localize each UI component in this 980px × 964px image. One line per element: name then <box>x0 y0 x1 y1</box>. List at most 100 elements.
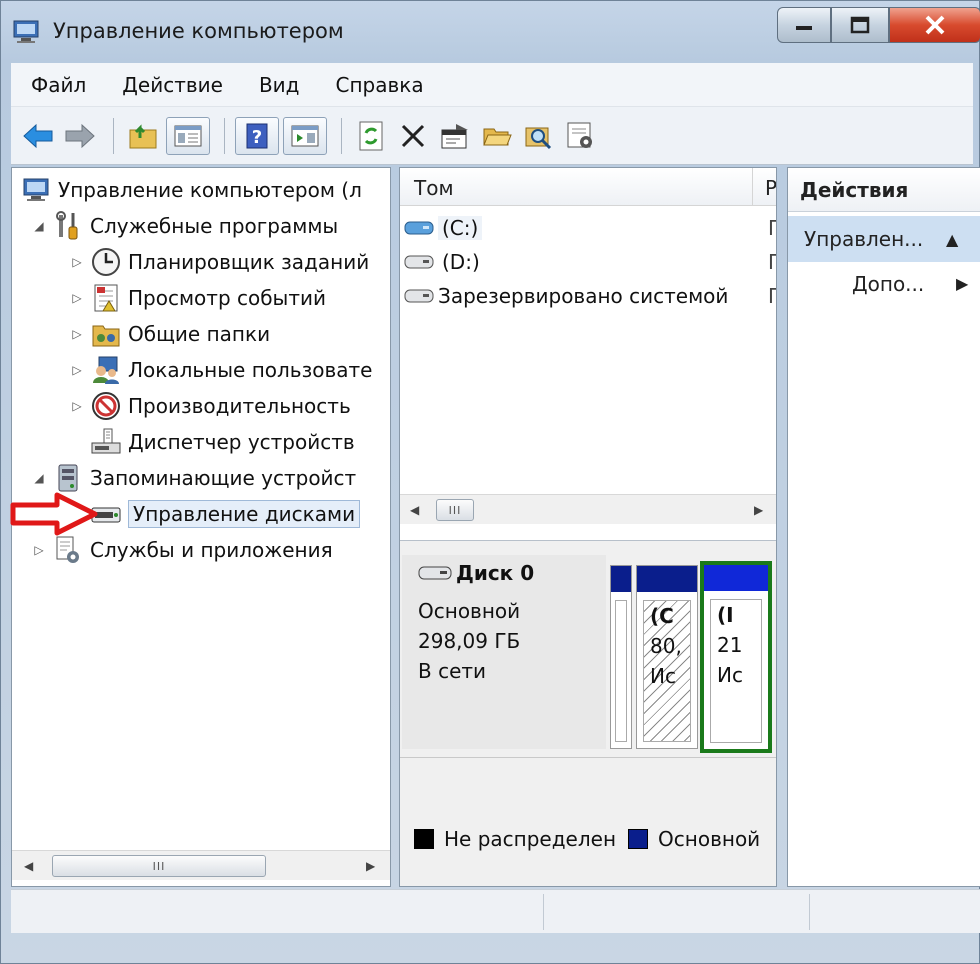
tree-item-system-tools[interactable]: ◢ Служебные программы <box>30 208 338 244</box>
scroll-right-arrow-icon[interactable]: ▶ <box>754 503 763 517</box>
computer-management-window: Управление компьютером Файл Действие Вид… <box>0 0 980 964</box>
partition-c[interactable]: (С 80, Ис <box>636 565 698 749</box>
help-button[interactable]: ? <box>235 116 279 155</box>
volume-row[interactable]: (D:) П <box>404 246 776 278</box>
open-folder-button[interactable] <box>478 117 516 155</box>
refresh-button[interactable] <box>352 117 390 155</box>
expanded-triangle-icon[interactable]: ◢ <box>30 219 48 233</box>
tree-item-task-scheduler[interactable]: ▷ Планировщик заданий <box>68 244 369 280</box>
close-icon <box>925 15 945 35</box>
tree-label: Диспетчер устройств <box>128 430 355 454</box>
services-icon <box>52 535 84 565</box>
folder-open-icon <box>483 128 512 145</box>
volume-list-header: Том Р <box>400 168 776 206</box>
column-header-volume[interactable]: Том <box>414 176 454 200</box>
back-button[interactable] <box>19 117 57 155</box>
properties-icon <box>441 123 468 148</box>
tree-item-shared-folders[interactable]: ▷ Общие папки <box>68 316 270 352</box>
tree-label: Просмотр событий <box>128 286 326 310</box>
volume-layout: П <box>768 284 776 308</box>
scroll-thumb[interactable]: III <box>52 855 266 877</box>
collapsed-triangle-icon[interactable]: ▷ <box>68 399 86 413</box>
drive-icon <box>404 252 438 272</box>
toolbar-separator <box>224 117 225 154</box>
menu-help[interactable]: Справка <box>319 73 439 97</box>
delete-button[interactable] <box>394 117 432 155</box>
drive-icon <box>404 218 438 238</box>
tree-item-performance[interactable]: ▷ Производительность <box>68 388 351 424</box>
partition-body <box>615 600 627 742</box>
collapsed-triangle-icon[interactable]: ▷ <box>68 327 86 341</box>
tree-label: Управление компьютером (л <box>58 178 362 202</box>
menu-bar: Файл Действие Вид Справка <box>11 63 973 107</box>
volume-list-horizontal-scrollbar[interactable]: ◀ III ▶ <box>400 494 776 524</box>
arrow-right-icon <box>65 123 95 148</box>
caption-buttons <box>777 7 980 43</box>
disk-icon <box>418 566 452 580</box>
menu-file[interactable]: Файл <box>15 73 102 97</box>
scroll-thumb[interactable]: III <box>436 499 474 521</box>
device-manager-icon <box>90 427 122 457</box>
disk-status: В сети <box>418 659 487 683</box>
show-hide-tree-button[interactable] <box>166 116 210 155</box>
tree-label: Производительность <box>128 394 351 418</box>
maximize-button[interactable] <box>831 7 889 43</box>
window-title: Управление компьютером <box>53 19 344 43</box>
menu-action[interactable]: Действие <box>106 73 239 97</box>
tree-item-local-users[interactable]: ▷ Локальные пользовате <box>68 352 372 388</box>
tree-label: Запоминающие устройст <box>90 466 357 490</box>
tree-item-device-manager[interactable]: Диспетчер устройств <box>68 424 355 460</box>
tree-item-services-apps[interactable]: ▷ Службы и приложения <box>30 532 333 568</box>
column-header-layout[interactable]: Р <box>752 168 776 206</box>
expanded-triangle-icon[interactable]: ◢ <box>30 471 48 485</box>
collapse-up-icon[interactable]: ▲ <box>946 230 958 249</box>
partition-bar <box>637 566 697 592</box>
collapsed-triangle-icon[interactable]: ▷ <box>30 543 48 557</box>
actions-group-disk-management[interactable]: Управлен... ▲ <box>788 216 980 262</box>
red-arrow-icon <box>10 492 98 536</box>
more-actions-item[interactable]: Допо... ▶ <box>852 272 968 296</box>
tree-item-root[interactable]: Управление компьютером (л <box>16 172 362 208</box>
close-button[interactable] <box>889 7 980 43</box>
volume-name: (C:) <box>438 216 483 240</box>
clock-icon <box>90 247 122 277</box>
no-entry-performance-icon <box>90 391 122 421</box>
tree-item-event-viewer[interactable]: ▷ Просмотр событий <box>68 280 326 316</box>
scroll-right-arrow-icon[interactable]: ▶ <box>366 859 375 873</box>
title-bar[interactable]: Управление компьютером <box>1 1 980 63</box>
scroll-left-arrow-icon[interactable]: ◀ <box>410 503 419 517</box>
search-icon <box>525 127 552 149</box>
settings-button[interactable] <box>562 117 600 155</box>
tree-item-disk-management[interactable]: Управление дисками <box>68 496 361 532</box>
refresh-icon <box>359 121 383 150</box>
actions-group-label: Управлен... <box>804 227 924 251</box>
partition-status: Ис <box>650 664 676 688</box>
properties-button[interactable] <box>436 117 474 155</box>
scroll-grip: III <box>152 859 166 873</box>
legend-label-primary: Основной <box>658 827 761 851</box>
collapsed-triangle-icon[interactable]: ▷ <box>68 363 86 377</box>
up-level-button[interactable] <box>124 117 162 155</box>
disk-type: Основной <box>418 599 521 623</box>
action-pane-icon <box>291 125 319 146</box>
partition-body: (С 80, Ис <box>643 600 691 742</box>
collapsed-triangle-icon[interactable]: ▷ <box>68 291 86 305</box>
computer-management-icon <box>13 20 39 43</box>
partition-reserved[interactable] <box>610 565 632 749</box>
tools-icon <box>52 211 84 241</box>
partition-d[interactable]: (I 21 Ис <box>700 561 772 753</box>
forward-button[interactable] <box>61 117 99 155</box>
volume-row[interactable]: Зарезервировано системой П <box>404 280 776 312</box>
volume-row[interactable]: (C:) П <box>404 212 776 244</box>
partition-status: Ис <box>717 663 743 687</box>
show-hide-action-pane-button[interactable] <box>283 116 327 155</box>
collapsed-triangle-icon[interactable]: ▷ <box>68 255 86 269</box>
tree-horizontal-scrollbar[interactable]: ◀ III ▶ <box>12 850 390 880</box>
scroll-left-arrow-icon[interactable]: ◀ <box>24 859 33 873</box>
menu-view[interactable]: Вид <box>243 73 316 97</box>
minimize-button[interactable] <box>777 7 831 43</box>
disk-size: 298,09 ГБ <box>418 629 521 653</box>
partition-size: 21 <box>717 633 743 657</box>
volume-name: (D:) <box>442 250 480 274</box>
search-button[interactable] <box>520 117 558 155</box>
